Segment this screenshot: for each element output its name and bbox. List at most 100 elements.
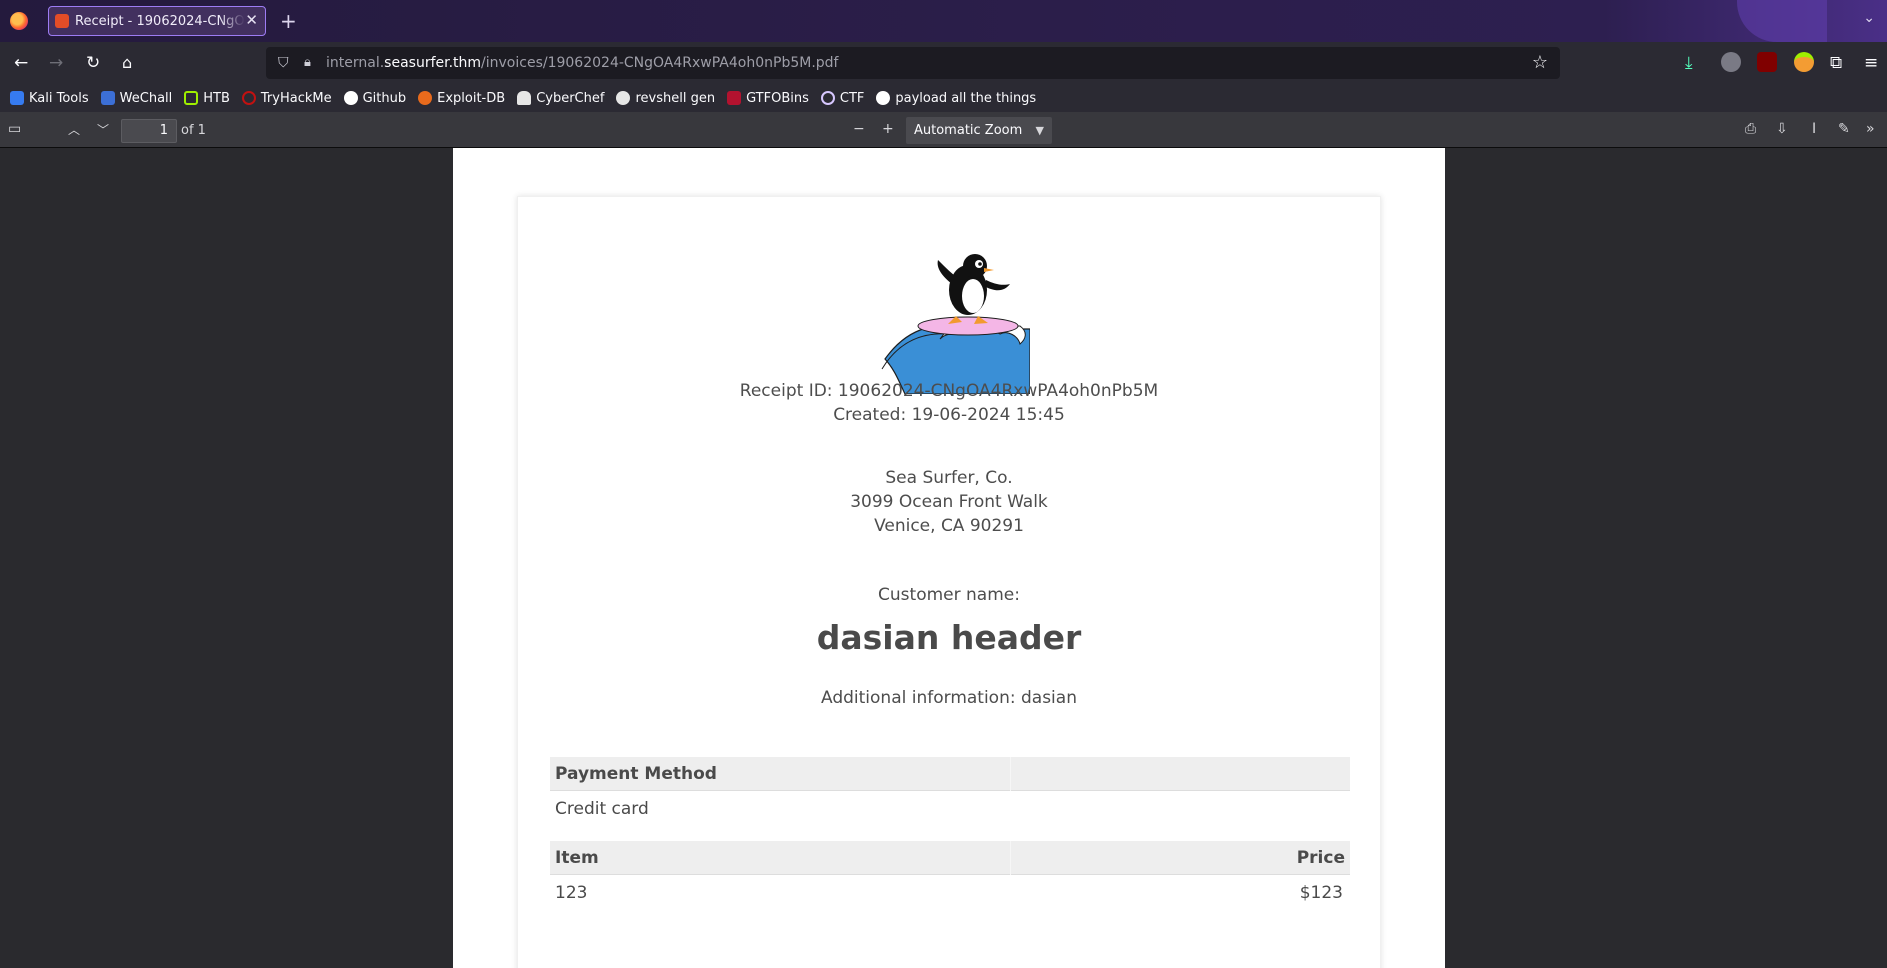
payment-method-header: Payment Method: [555, 764, 717, 784]
bookmark-label: Github: [362, 90, 407, 106]
firefox-menu-icon[interactable]: [10, 12, 28, 30]
bookmark-wechall[interactable]: WeChall: [100, 90, 173, 106]
save-icon[interactable]: ⇩: [1776, 121, 1788, 137]
url-prefix: internal.: [326, 55, 385, 71]
text-tool-icon[interactable]: I: [1812, 121, 1816, 137]
url-text[interactable]: internal.seasurfer.thm/invoices/19062024…: [326, 55, 838, 71]
item-price: $123: [1299, 883, 1343, 903]
pdf-page: Receipt ID: 19062024-CNgOA4RxwPA4oh0nPb5…: [453, 148, 1445, 968]
column-divider: [1010, 841, 1011, 875]
customer-name: dasian header: [816, 618, 1082, 657]
list-all-tabs-icon[interactable]: ⌄: [1863, 10, 1875, 26]
previous-page-icon[interactable]: ︿: [68, 121, 80, 138]
bookmark-label: CyberChef: [536, 90, 605, 106]
receipt-id: Receipt ID: 19062024-CNgOA4RxwPA4oh0nPb5…: [739, 381, 1159, 401]
receipt-card: Receipt ID: 19062024-CNgOA4RxwPA4oh0nPb5…: [517, 196, 1381, 968]
bookmark-label: revshell gen: [635, 90, 716, 106]
address-line-1: 3099 Ocean Front Walk: [850, 492, 1048, 512]
penguin-surfer-logo: [881, 254, 1030, 394]
zoom-select[interactable]: Automatic Zoom ▼: [906, 117, 1052, 144]
github-icon: [343, 91, 358, 105]
bookmarks-toolbar: Kali Tools WeChall HTB TryHackMe Github …: [0, 84, 1887, 112]
reload-icon[interactable]: ↻: [86, 53, 100, 73]
company-name: Sea Surfer, Co.: [885, 468, 1013, 488]
bookmark-payload-all-the-things[interactable]: payload all the things: [876, 91, 1036, 106]
url-bar[interactable]: ⛉ 🔒︎ internal.seasurfer.thm/invoices/190…: [266, 47, 1560, 79]
bookmark-kali-tools[interactable]: Kali Tools: [10, 91, 89, 106]
payment-table-header: Payment Method: [550, 757, 1350, 791]
price-header: Price: [1296, 848, 1345, 868]
column-divider: [1010, 757, 1011, 791]
close-tab-icon[interactable]: ✕: [245, 11, 258, 29]
bookmark-exploit-db[interactable]: Exploit-DB: [418, 91, 505, 106]
bookmark-label: CTF: [839, 90, 865, 106]
wechall-icon: [100, 91, 115, 105]
tab-receipt[interactable]: Receipt - 19062024-CNgOA4RxwPA4oh0nPb5M …: [48, 6, 266, 36]
page-count: of 1: [181, 123, 206, 138]
lock-icon[interactable]: 🔒︎: [304, 55, 311, 70]
pdf-favicon-icon: [55, 14, 69, 28]
bookmark-github[interactable]: Github: [343, 90, 407, 106]
zoom-out-icon[interactable]: −: [853, 121, 865, 137]
skull-icon: [616, 91, 631, 105]
zoom-in-icon[interactable]: +: [882, 121, 894, 137]
bookmark-revshell-gen[interactable]: revshell gen: [616, 91, 715, 106]
new-tab-button[interactable]: +: [280, 9, 297, 33]
extensions-puzzle-icon[interactable]: ⧉: [1830, 53, 1842, 73]
items-table-header: Item Price: [550, 841, 1350, 875]
tools-overflow-icon[interactable]: »: [1866, 121, 1875, 137]
navigation-bar: ← → ↻ ⌂ ⛉ 🔒︎ internal.seasurfer.thm/invo…: [0, 42, 1887, 84]
created-date: Created: 19-06-2024 15:45: [833, 405, 1065, 425]
customer-name-label: Customer name:: [878, 585, 1020, 605]
theme-decoration: [1737, 0, 1827, 42]
burp-proxy-icon[interactable]: [1794, 52, 1814, 72]
chevron-down-icon: ▼: [1035, 124, 1044, 137]
bookmark-gtfobins[interactable]: GTFOBins: [727, 91, 809, 106]
url-path: /invoices/19062024-CNgOA4RxwPA4oh0nPb5M.…: [481, 55, 839, 71]
tracking-shield-icon[interactable]: ⛉: [278, 55, 289, 71]
payment-method-value: Credit card: [555, 799, 649, 819]
next-page-icon[interactable]: ﹀: [97, 121, 109, 138]
kali-icon: [10, 91, 24, 105]
github-icon: [876, 91, 891, 105]
bookmark-label: WeChall: [119, 90, 173, 106]
gtfobins-icon: [727, 91, 742, 105]
bookmark-tryhackme[interactable]: TryHackMe: [241, 90, 332, 106]
bookmark-label: GTFOBins: [746, 90, 809, 106]
tab-title: Receipt - 19062024-CNgOA4RxwPA4oh0nPb5M: [75, 13, 245, 29]
bookmark-ctf[interactable]: CTF: [820, 90, 865, 106]
tab-strip: Receipt - 19062024-CNgOA4RxwPA4oh0nPb5M …: [0, 0, 1887, 42]
bookmark-label: TryHackMe: [260, 90, 332, 106]
downloads-icon[interactable]: ⤓: [1685, 53, 1693, 73]
item-name: 123: [555, 883, 588, 903]
additional-information: Additional information: dasian: [821, 688, 1077, 708]
forward-arrow-icon[interactable]: →: [49, 53, 63, 73]
sidebar-toggle-icon[interactable]: ▭: [8, 121, 21, 137]
back-arrow-icon[interactable]: ←: [14, 53, 28, 73]
pdf-toolbar: ▭ ︿ ﹀ 1 of 1 − + Automatic Zoom ▼ ⎙ ⇩ I …: [0, 112, 1887, 148]
bookmark-label: Kali Tools: [29, 90, 89, 106]
htb-cube-icon: [184, 91, 199, 105]
ublock-icon[interactable]: [1757, 52, 1777, 72]
extension-glasses-icon[interactable]: [1721, 52, 1741, 72]
bookmark-star-icon[interactable]: ☆: [1532, 52, 1548, 73]
draw-tool-icon[interactable]: ✎: [1838, 121, 1850, 137]
app-menu-icon[interactable]: ≡: [1864, 53, 1878, 73]
zoom-value: Automatic Zoom: [914, 123, 1023, 138]
pdf-viewer[interactable]: Receipt ID: 19062024-CNgOA4RxwPA4oh0nPb5…: [0, 148, 1887, 968]
print-icon[interactable]: ⎙: [1745, 121, 1756, 137]
item-header: Item: [555, 848, 599, 868]
bookmark-label: Exploit-DB: [437, 90, 506, 106]
bookmark-htb[interactable]: HTB: [184, 91, 230, 106]
address-line-2: Venice, CA 90291: [874, 516, 1024, 536]
globe-icon: [820, 91, 835, 105]
home-icon[interactable]: ⌂: [122, 53, 132, 72]
cloud-icon: [241, 91, 256, 105]
page-number-input[interactable]: 1: [121, 119, 177, 143]
bug-icon: [418, 91, 433, 105]
bookmark-cyberchef[interactable]: CyberChef: [517, 91, 604, 106]
bookmark-label: HTB: [203, 90, 230, 106]
bookmark-label: payload all the things: [895, 90, 1037, 106]
chef-hat-icon: [517, 91, 532, 105]
url-host: seasurfer.thm: [384, 55, 482, 71]
